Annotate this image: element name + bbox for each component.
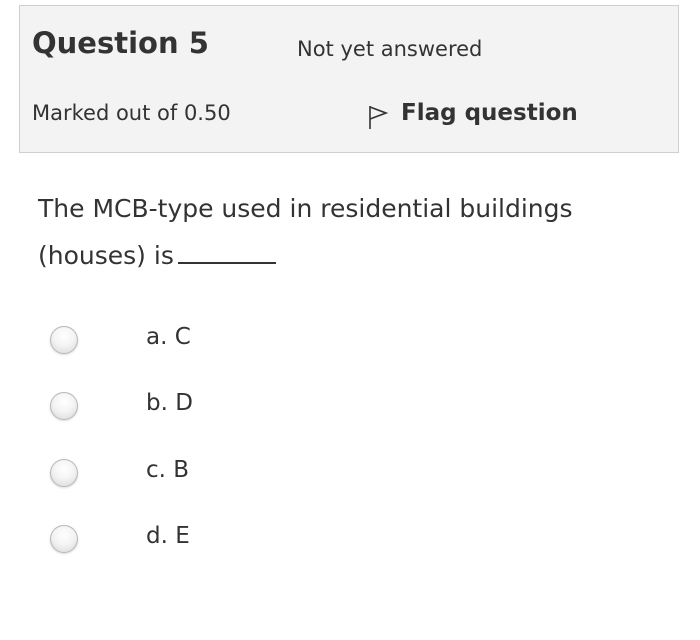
answer-blank <box>177 240 276 264</box>
flag-question-label: Flag question <box>401 100 578 126</box>
radio-button[interactable] <box>50 326 78 354</box>
answer-option-c[interactable]: c. B <box>50 453 350 493</box>
question-grade: Marked out of 0.50 <box>32 101 231 125</box>
answer-option-d[interactable]: d. E <box>50 519 350 559</box>
question-number: Question 5 <box>32 26 209 60</box>
answer-option-a[interactable]: a. C <box>50 320 350 360</box>
answer-option-b[interactable]: b. D <box>50 386 350 426</box>
question-text: The MCB-type used in residential buildin… <box>38 185 658 279</box>
flag-outline-icon <box>369 106 389 129</box>
radio-button[interactable] <box>50 525 78 553</box>
answer-label: a. C <box>146 324 191 350</box>
radio-button[interactable] <box>50 459 78 487</box>
radio-button[interactable] <box>50 392 78 420</box>
answer-label: d. E <box>146 523 190 549</box>
question-prompt: The MCB-type used in residential buildin… <box>38 194 573 270</box>
flag-question-button[interactable]: Flag question <box>367 95 578 131</box>
answer-label: c. B <box>146 457 190 483</box>
question-info-panel: Question 5 Not yet answered Marked out o… <box>19 5 679 153</box>
question-state: Not yet answered <box>297 37 483 61</box>
answer-label: b. D <box>146 390 193 416</box>
